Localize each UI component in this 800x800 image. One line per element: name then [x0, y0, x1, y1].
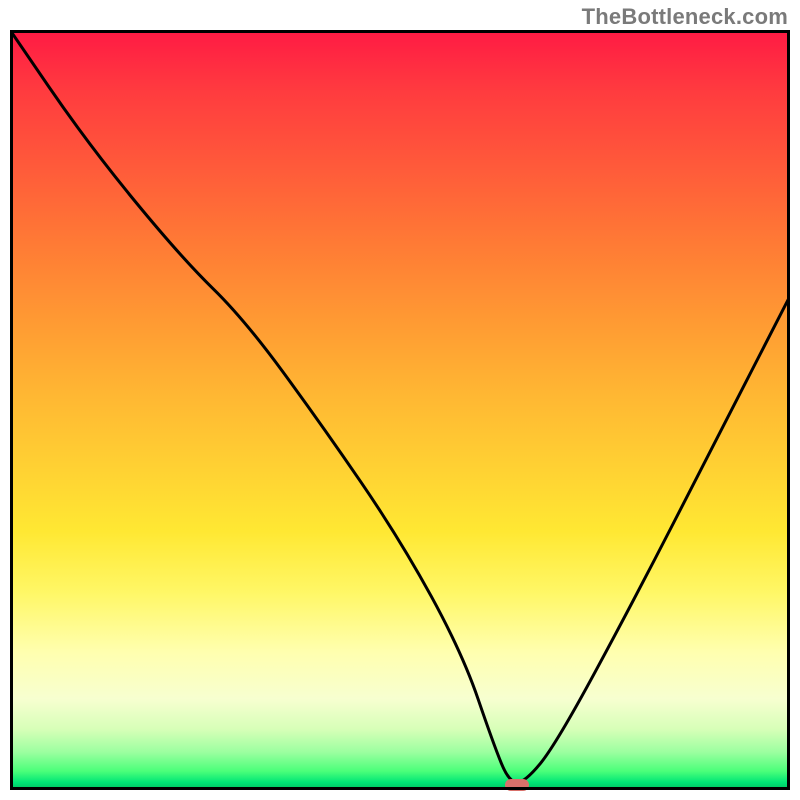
watermark-text: TheBottleneck.com	[582, 4, 788, 30]
bottleneck-curve	[10, 30, 790, 790]
bottleneck-curve-path	[10, 30, 790, 782]
optimal-marker	[505, 779, 529, 791]
chart-area	[10, 30, 790, 790]
